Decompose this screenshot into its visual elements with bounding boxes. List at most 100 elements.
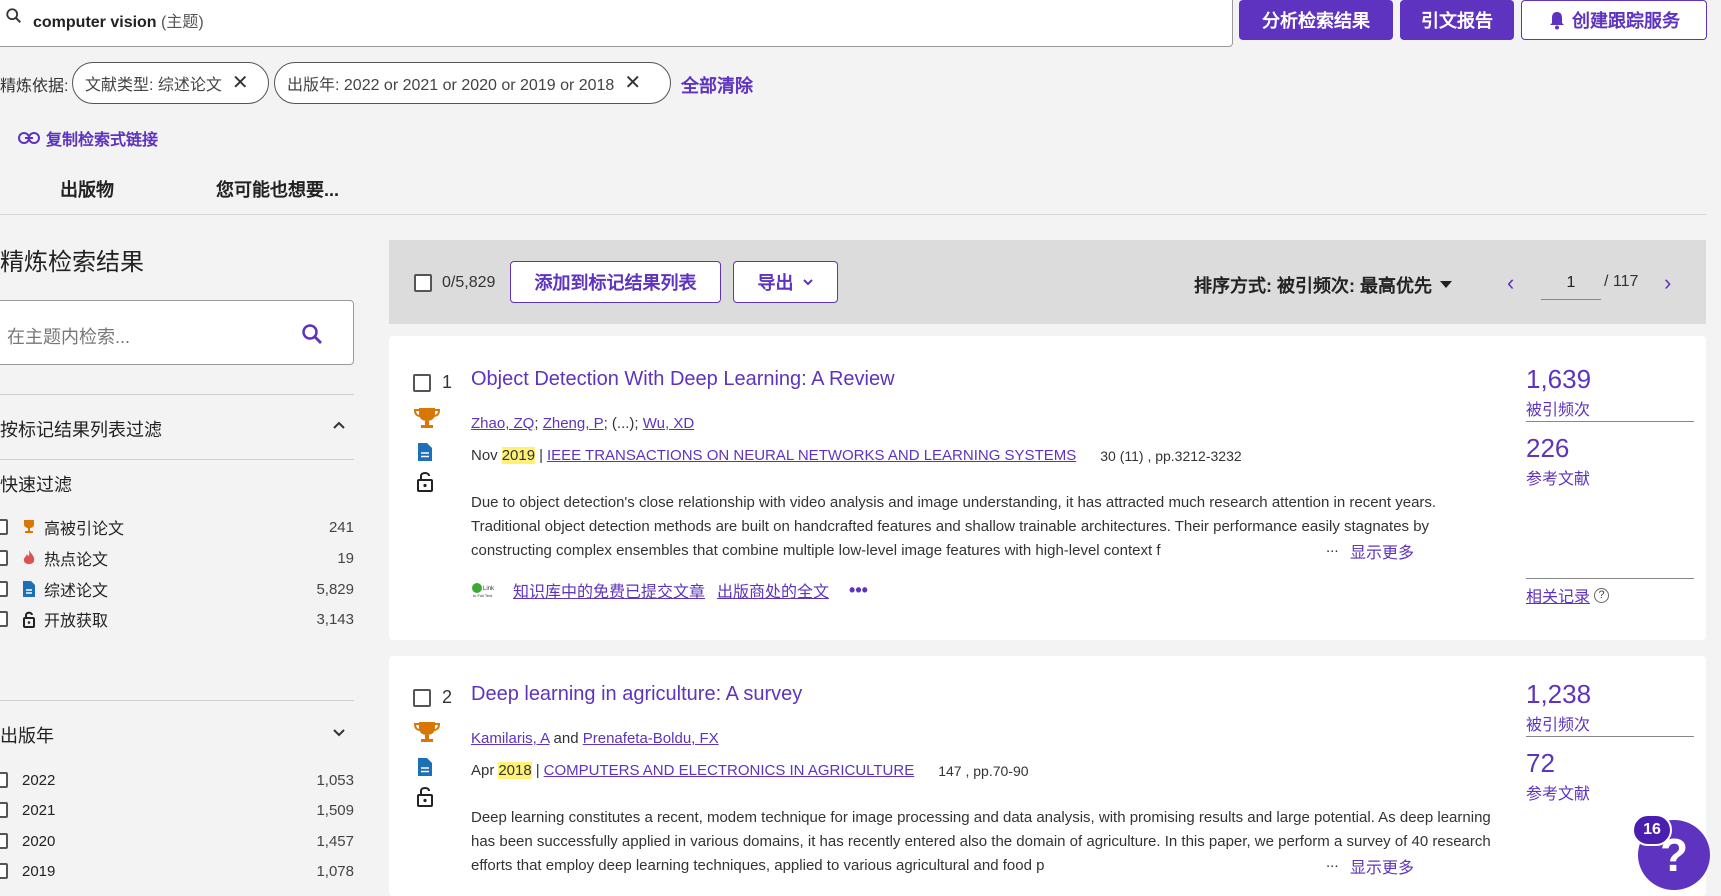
clear-all-link[interactable]: 全部清除 bbox=[681, 72, 753, 98]
year-count: 1,078 bbox=[316, 862, 354, 880]
quick-filter-count: 19 bbox=[337, 549, 354, 567]
references-count[interactable]: 72 bbox=[1526, 748, 1555, 779]
fire-icon bbox=[23, 550, 35, 564]
checkbox[interactable] bbox=[0, 772, 8, 788]
page-number-input[interactable]: 1 bbox=[1541, 266, 1601, 300]
record-number: 1 bbox=[442, 372, 453, 392]
show-more-link[interactable]: 显示更多 bbox=[1350, 854, 1414, 878]
close-icon[interactable]: ✕ bbox=[624, 73, 641, 93]
references-count[interactable]: 226 bbox=[1526, 433, 1569, 464]
journal-link[interactable]: IEEE TRANSACTIONS ON NEURAL NETWORKS AND… bbox=[547, 447, 1076, 464]
pub-month: Nov bbox=[471, 447, 498, 464]
svg-text:Link: Link bbox=[483, 586, 495, 592]
quick-filter-hot-papers[interactable]: 热点论文 19 bbox=[0, 546, 354, 570]
next-page-button[interactable]: › bbox=[1664, 270, 1671, 296]
free-submitted-article-link[interactable]: 知识库中的免费已提交文章 bbox=[513, 578, 705, 602]
topic-search-input[interactable]: 在主题内检索... bbox=[0, 300, 354, 365]
quick-filter-label: 热点论文 bbox=[44, 552, 109, 569]
sidebar-divider bbox=[0, 700, 354, 701]
tab-you-may-like[interactable]: 您可能也想要... bbox=[216, 176, 339, 202]
chevron-up-icon[interactable] bbox=[332, 418, 346, 432]
create-alert-button[interactable]: 创建跟踪服务 bbox=[1521, 0, 1707, 40]
author-link[interactable]: Zhao, ZQ bbox=[471, 415, 534, 432]
volume-pages: 147 , pp.70-90 bbox=[938, 762, 1029, 779]
filter-chip-label: 出版年: 2022 or 2021 or 2020 or 2019 or 201… bbox=[287, 77, 615, 94]
close-icon[interactable]: ✕ bbox=[232, 73, 249, 93]
trophy-icon bbox=[414, 722, 440, 742]
filter-chip-year[interactable]: 出版年: 2022 or 2021 or 2020 or 2019 or 201… bbox=[274, 62, 671, 104]
checkbox[interactable] bbox=[0, 519, 8, 535]
copy-query-link[interactable]: 复制检索式链接 bbox=[18, 126, 158, 150]
pub-month: Apr bbox=[471, 762, 495, 779]
record-title-link[interactable]: Deep learning in agriculture: A survey bbox=[471, 683, 802, 706]
checkbox[interactable] bbox=[0, 833, 8, 849]
search-icon[interactable] bbox=[301, 323, 323, 345]
checkbox[interactable] bbox=[0, 581, 8, 597]
author-link[interactable]: Prenafeta-Boldu, FX bbox=[583, 730, 719, 747]
quick-filter-count: 5,829 bbox=[316, 580, 354, 598]
marked-list-filter[interactable]: 按标记结果列表过滤 bbox=[0, 416, 162, 442]
checkbox[interactable] bbox=[0, 611, 8, 627]
previous-page-button[interactable]: ‹ bbox=[1507, 270, 1514, 296]
add-to-marked-list-button[interactable]: 添加到标记结果列表 bbox=[510, 261, 721, 303]
abstract-ellipsis: ... bbox=[1326, 539, 1339, 556]
year-filter-row[interactable]: 2021 1,509 bbox=[0, 798, 354, 822]
record-title-link[interactable]: Object Detection With Deep Learning: A R… bbox=[471, 368, 895, 391]
journal-link[interactable]: COMPUTERS AND ELECTRONICS IN AGRICULTURE bbox=[544, 762, 915, 779]
record-checkbox[interactable] bbox=[413, 374, 431, 392]
filter-chip-doctype[interactable]: 文献类型: 综述论文 ✕ bbox=[72, 62, 269, 104]
help-icon[interactable]: ? bbox=[1594, 587, 1610, 603]
pub-year: 2018 bbox=[498, 762, 532, 779]
tab-publications[interactable]: 出版物 bbox=[60, 176, 114, 202]
show-more-link[interactable]: 显示更多 bbox=[1350, 539, 1414, 563]
references-label: 参考文献 bbox=[1526, 786, 1591, 803]
unlock-icon bbox=[23, 611, 35, 628]
search-query-box[interactable]: computer vision (主题) bbox=[0, 0, 1233, 47]
quick-filter-label: 高被引论文 bbox=[44, 521, 125, 538]
author-link[interactable]: Zheng, P bbox=[543, 415, 604, 432]
times-cited-label: 被引频次 bbox=[1526, 402, 1591, 419]
export-button[interactable]: 导出 bbox=[733, 261, 838, 303]
sort-label: 排序方式: 被引频次: 最高优先 bbox=[1194, 276, 1432, 296]
analyze-results-button[interactable]: 分析检索结果 bbox=[1239, 0, 1393, 40]
more-options-icon[interactable]: ••• bbox=[849, 580, 868, 601]
search-query-text: computer vision (主题) bbox=[33, 14, 204, 31]
quick-filter-label: 开放获取 bbox=[44, 613, 109, 630]
publisher-full-text-link[interactable]: 出版商处的全文 bbox=[717, 578, 829, 602]
quick-filter-count: 241 bbox=[328, 518, 354, 536]
unlock-icon bbox=[417, 472, 433, 492]
link-icon bbox=[18, 132, 40, 144]
select-all-checkbox[interactable] bbox=[414, 274, 432, 292]
publication-year-filter[interactable]: 出版年 bbox=[0, 722, 54, 748]
author-link[interactable]: Wu, XD bbox=[643, 415, 694, 432]
author-link[interactable]: Kamilaris, A bbox=[471, 730, 549, 747]
quick-filter-review[interactable]: 综述论文 5,829 bbox=[0, 577, 354, 601]
checkbox[interactable] bbox=[0, 802, 8, 818]
year-label: 2021 bbox=[22, 801, 56, 819]
checkbox[interactable] bbox=[0, 550, 8, 566]
topic-search-placeholder: 在主题内检索... bbox=[7, 327, 131, 347]
chevron-down-icon[interactable] bbox=[332, 726, 346, 740]
quick-filter-label: 综述论文 bbox=[44, 583, 109, 600]
quick-filter-highly-cited[interactable]: 高被引论文 241 bbox=[0, 515, 354, 539]
year-filter-row[interactable]: 2022 1,053 bbox=[0, 768, 354, 792]
year-count: 1,053 bbox=[316, 771, 354, 789]
year-filter-row[interactable]: 2020 1,457 bbox=[0, 829, 354, 853]
year-count: 1,509 bbox=[316, 801, 354, 819]
citation-report-button[interactable]: 引文报告 bbox=[1400, 0, 1514, 40]
year-label: 2019 bbox=[22, 862, 56, 880]
sort-dropdown[interactable]: 排序方式: 被引频次: 最高优先 bbox=[1194, 272, 1452, 298]
quick-filter-open-access[interactable]: 开放获取 3,143 bbox=[0, 607, 354, 631]
record-checkbox[interactable] bbox=[413, 689, 431, 707]
document-icon bbox=[418, 443, 432, 461]
times-cited-count[interactable]: 1,639 bbox=[1526, 364, 1591, 395]
times-cited-count[interactable]: 1,238 bbox=[1526, 679, 1591, 710]
record-number: 2 bbox=[442, 687, 453, 707]
year-filter-row[interactable]: 2019 1,078 bbox=[0, 859, 354, 883]
record-source: Apr 2018 | COMPUTERS AND ELECTRONICS IN … bbox=[471, 762, 1029, 779]
bell-icon bbox=[1550, 12, 1564, 30]
related-records-link[interactable]: 相关记录 ? bbox=[1526, 583, 1610, 607]
checkbox[interactable] bbox=[0, 863, 8, 879]
year-label: 2020 bbox=[22, 832, 56, 850]
export-label: 导出 bbox=[757, 273, 794, 293]
